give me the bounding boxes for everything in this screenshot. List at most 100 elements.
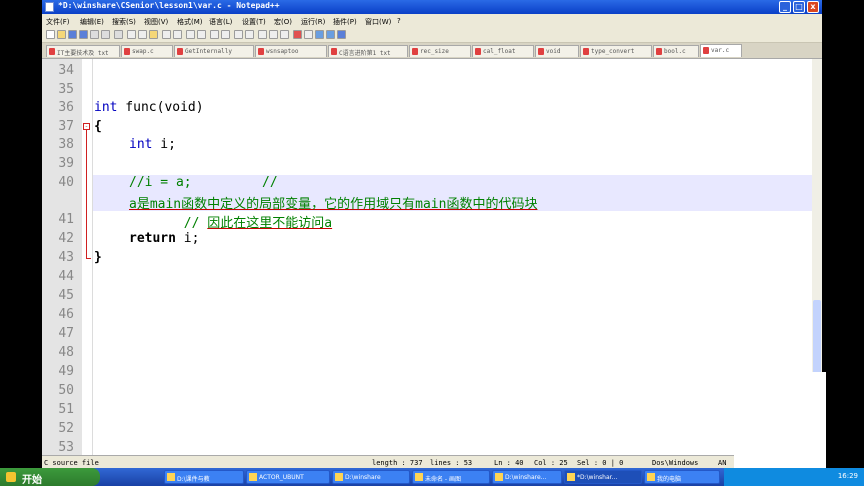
keyword-return: return	[129, 231, 176, 246]
tab-bool[interactable]: bool.c	[653, 45, 699, 57]
paint-icon	[415, 473, 423, 481]
play-macro-icon[interactable]	[315, 30, 324, 39]
copy-icon[interactable]	[138, 30, 147, 39]
file-icon	[258, 48, 264, 55]
print-icon[interactable]	[114, 30, 123, 39]
code-line-43: }	[94, 250, 102, 265]
file-icon	[583, 48, 589, 55]
menu-run[interactable]: 运行(R)	[301, 17, 325, 27]
tab-it-techniques[interactable]: IT主要技术及 txt	[46, 45, 120, 57]
stop-macro-icon[interactable]	[304, 30, 313, 39]
undo-icon[interactable]	[162, 30, 171, 39]
line-number: 41	[58, 212, 74, 227]
taskbar-item-winshare-2[interactable]: D:\winshare...	[492, 470, 562, 484]
taskbar: 开始 D:\课件与教 ACTOR_UBUNT D:\winshare 未命名 -…	[0, 468, 864, 486]
menu-window[interactable]: 窗口(W)	[365, 17, 391, 27]
clock: 16:29	[837, 472, 858, 480]
save-macro-icon[interactable]	[337, 30, 346, 39]
notepadpp-window: *D:\winshare\CSenior\lesson1\var.c - Not…	[42, 0, 822, 468]
menu-view[interactable]: 视图(V)	[144, 17, 168, 27]
menu-format[interactable]: 格式(M)	[177, 17, 203, 27]
tab-var[interactable]: var.c	[700, 44, 742, 57]
code-line-38: int i;	[129, 137, 176, 152]
taskbar-item-my-computer[interactable]: 我的电脑	[644, 470, 720, 484]
redo-icon[interactable]	[173, 30, 182, 39]
minimize-button[interactable]: _	[779, 1, 791, 13]
line-number: 43	[58, 250, 74, 265]
start-button[interactable]: 开始	[0, 468, 100, 486]
tab-void[interactable]: void	[535, 45, 579, 57]
taskbar-item-folder[interactable]: D:\课件与教	[164, 470, 244, 484]
close-brace: }	[94, 250, 102, 265]
new-file-icon[interactable]	[46, 30, 55, 39]
line-number: 49	[58, 364, 74, 379]
status-encoding: AN	[718, 459, 727, 467]
taskbar-item-vm[interactable]: ACTOR_UBUNT	[246, 470, 330, 484]
zoom-in-icon[interactable]	[210, 30, 219, 39]
title-bar[interactable]: *D:\winshare\CSenior\lesson1\var.c - Not…	[42, 0, 822, 14]
taskbar-item-notepadpp[interactable]: *D:\winshar...	[564, 470, 642, 484]
tab-swap[interactable]: swap.c	[121, 45, 173, 57]
close-button[interactable]: x	[807, 1, 819, 13]
tab-cal-float[interactable]: cal_float	[472, 45, 534, 57]
line-number: 52	[58, 421, 74, 436]
menu-macro[interactable]: 宏(O)	[274, 17, 292, 27]
tab-type-convert[interactable]: type_convert	[580, 45, 652, 57]
code-line-40-comment: //i = a; //	[129, 175, 278, 190]
save-icon[interactable]	[68, 30, 77, 39]
comment-prefix: //	[129, 216, 208, 231]
tab-wsnsaptoo[interactable]: wsnsaptoo	[255, 45, 327, 57]
line-number: 42	[58, 231, 74, 246]
save-all-icon[interactable]	[79, 30, 88, 39]
menu-search[interactable]: 搜索(S)	[112, 17, 136, 27]
code-line-37: {	[94, 119, 102, 134]
paste-icon[interactable]	[149, 30, 158, 39]
toolbar	[42, 27, 822, 43]
taskbar-item-winshare[interactable]: D:\winshare	[332, 470, 410, 484]
blurred-overlay	[734, 372, 826, 468]
maximize-button[interactable]: □	[793, 1, 805, 13]
status-lines: lines : 53	[430, 459, 473, 467]
fold-collapse-icon[interactable]: -	[83, 123, 90, 130]
code-line-41: // 因此在这里不能访问a	[129, 212, 332, 231]
run-macro-multiple-icon[interactable]	[326, 30, 335, 39]
scrollbar-thumb[interactable]	[813, 300, 821, 380]
menu-file[interactable]: 文件(F)	[46, 17, 70, 27]
menu-settings[interactable]: 设置(T)	[242, 17, 266, 27]
replace-icon[interactable]	[197, 30, 206, 39]
show-all-chars-icon[interactable]	[269, 30, 278, 39]
close-all-icon[interactable]	[101, 30, 110, 39]
code-line-40-comment-wrap: a是main函数中定义的局部变量，它的作用域只有main函数中的代码块	[129, 197, 538, 212]
line-number: 40	[58, 175, 74, 190]
sync-horizontal-icon[interactable]	[245, 30, 254, 39]
open-file-icon[interactable]	[57, 30, 66, 39]
status-bar: C source file length : 737 lines : 53 Ln…	[42, 455, 822, 468]
menu-plugins[interactable]: 插件(P)	[333, 17, 357, 27]
file-icon	[177, 48, 183, 55]
line-number: 45	[58, 288, 74, 303]
line-number: 36	[58, 100, 74, 115]
file-icon	[124, 48, 130, 55]
menu-edit[interactable]: 编辑(E)	[80, 17, 104, 27]
tab-c-advanced[interactable]: C语言进阶第1 txt	[328, 45, 408, 57]
menu-language[interactable]: 语言(L)	[209, 17, 232, 27]
menu-help[interactable]: ?	[397, 17, 401, 25]
zoom-out-icon[interactable]	[221, 30, 230, 39]
line-number: 44	[58, 269, 74, 284]
status-line-number: Ln : 40	[494, 459, 524, 467]
indent-guide-icon[interactable]	[280, 30, 289, 39]
find-icon[interactable]	[186, 30, 195, 39]
close-file-icon[interactable]	[90, 30, 99, 39]
sync-vertical-icon[interactable]	[234, 30, 243, 39]
notepadpp-icon	[567, 473, 575, 481]
cut-icon[interactable]	[127, 30, 136, 39]
taskbar-item-paint[interactable]: 未命名 - 画图	[412, 470, 490, 484]
line-number: 34	[58, 63, 74, 78]
status-eol: Dos\Windows	[652, 459, 699, 467]
tab-rec-size[interactable]: rec_size	[409, 45, 471, 57]
record-macro-icon[interactable]	[293, 30, 302, 39]
var-declaration: i;	[152, 137, 176, 152]
code-editor[interactable]: 34 35 36 37 38 39 40 41 42 43 44 45 46 4…	[42, 59, 812, 455]
tab-getinternally[interactable]: GetInternally	[174, 45, 254, 57]
word-wrap-icon[interactable]	[258, 30, 267, 39]
